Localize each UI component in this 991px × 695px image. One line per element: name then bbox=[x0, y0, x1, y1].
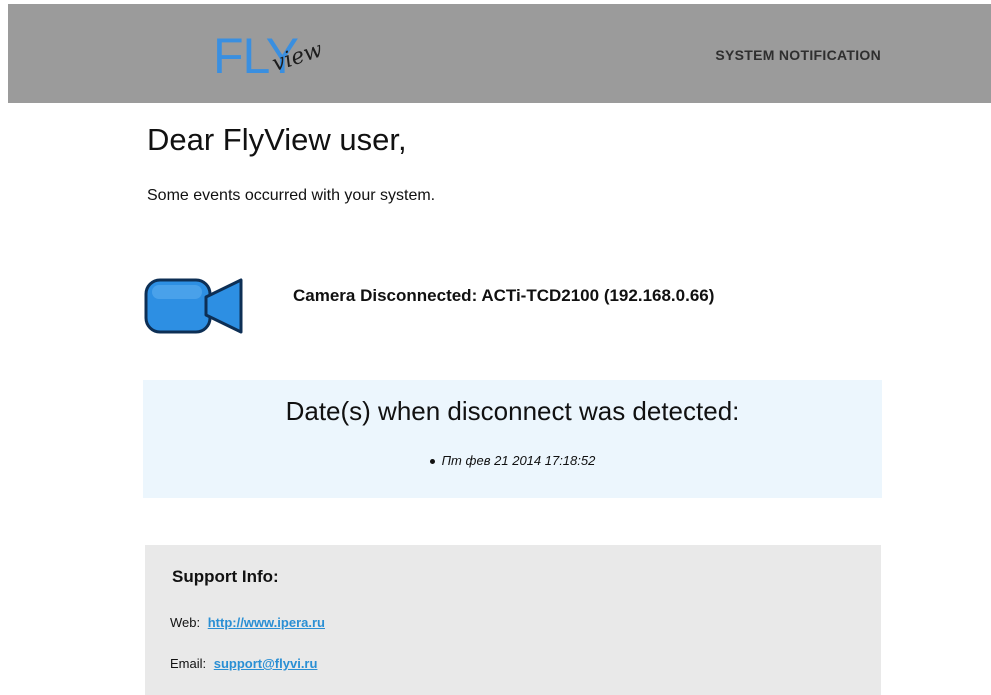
date-value: Пт фев 21 2014 17:18:52 bbox=[441, 453, 596, 468]
header-title: SYSTEM NOTIFICATION bbox=[715, 47, 881, 63]
support-web-row: Web: http://www.ipera.ru bbox=[170, 615, 325, 630]
support-email-link[interactable]: support@flyvi.ru bbox=[214, 656, 318, 671]
header-bar: FLY view SYSTEM NOTIFICATION bbox=[8, 4, 991, 103]
date-list-item: Пт фев 21 2014 17:18:52 bbox=[429, 453, 596, 468]
greeting-heading: Dear FlyView user, bbox=[147, 122, 407, 157]
bullet-icon bbox=[429, 459, 435, 465]
notification-page: FLY view SYSTEM NOTIFICATION Dear FlyVie… bbox=[0, 0, 991, 695]
support-panel: Support Info: Web: http://www.ipera.ru E… bbox=[145, 545, 881, 695]
dates-panel: Date(s) when disconnect was detected: Пт… bbox=[143, 380, 882, 498]
support-web-label: Web: bbox=[170, 615, 201, 630]
event-description: Camera Disconnected: ACTi-TCD2100 (192.1… bbox=[293, 286, 715, 305]
support-email-row: Email: support@flyvi.ru bbox=[170, 656, 317, 671]
support-email-label: Email: bbox=[170, 656, 207, 671]
dates-title: Date(s) when disconnect was detected: bbox=[285, 396, 740, 426]
support-web-link[interactable]: http://www.ipera.ru bbox=[208, 615, 325, 630]
flyview-logo: FLY view bbox=[213, 30, 343, 90]
dates-list: Пт фев 21 2014 17:18:52 bbox=[143, 452, 882, 470]
camera-icon bbox=[144, 277, 244, 335]
intro-text: Some events occurred with your system. bbox=[147, 187, 436, 204]
support-title: Support Info: bbox=[172, 567, 279, 586]
